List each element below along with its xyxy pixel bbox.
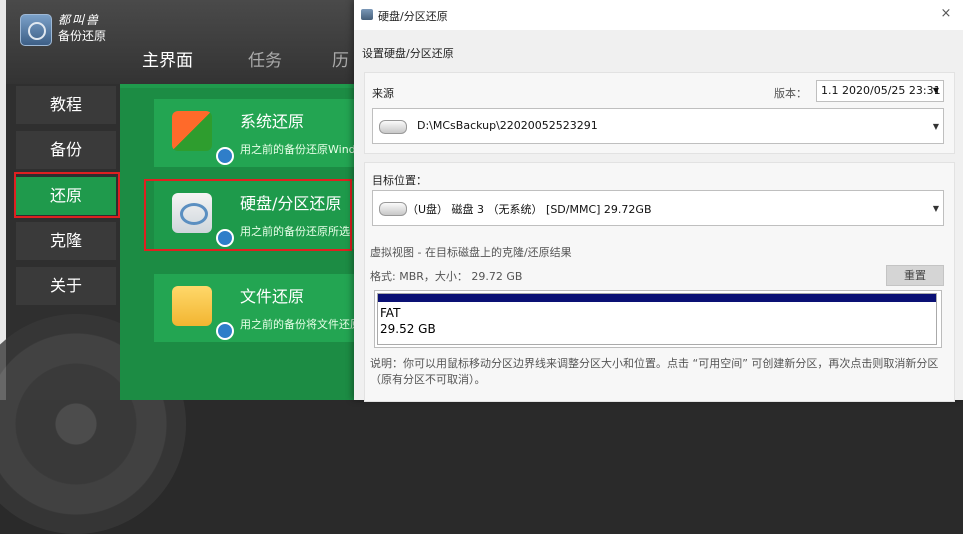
restore-highlight-box [14, 172, 120, 218]
card-desc: 用之前的备份将文件还原 [240, 318, 354, 331]
virtual-view-label: 虚拟视图 - 在目标磁盘上的克隆/还原结果 [370, 246, 572, 259]
source-label: 来源 [372, 87, 394, 100]
card-file-restore[interactable]: 文件还原 用之前的备份将文件还原 [154, 274, 354, 342]
close-icon[interactable]: × [937, 5, 955, 23]
folder-icon [172, 286, 234, 340]
brand-product: 备份还原 [58, 29, 107, 43]
target-disk-select[interactable]: （U盘） 磁盘 3 （无系统） [SD/MMC] 29.72GB ▼ [372, 190, 944, 226]
tab-history[interactable]: 历 [332, 46, 349, 76]
chevron-down-icon: ▼ [932, 122, 939, 131]
source-path: D:\MCsBackup\22020052523291 [417, 119, 598, 132]
app-logo-icon [20, 14, 52, 46]
format-info: 格式: MBR，大小： 29.72 GB [370, 270, 523, 283]
partition-filesystem: FAT [380, 306, 401, 320]
sidebar-item-clone[interactable]: 克隆 [16, 222, 116, 260]
sidebar: 教程 备份 还原 克隆 关于 [0, 84, 186, 534]
disk-restore-highlight-box [144, 179, 352, 251]
chevron-down-icon: ▼ [932, 86, 939, 95]
sidebar-item-tutorial[interactable]: 教程 [16, 86, 116, 124]
tab-main[interactable]: 主界面 [142, 46, 193, 76]
source-path-select[interactable]: D:\MCsBackup\22020052523291 ▼ [372, 108, 944, 144]
dialog-titlebar: 硬盘/分区还原 × [354, 0, 963, 30]
target-disk: （U盘） 磁盘 3 （无系统） [SD/MMC] 29.72GB [407, 203, 652, 216]
brand-name: 都叫兽 [58, 13, 101, 27]
app-header: 都叫兽 备份还原 主界面 任务 历 [6, 0, 354, 84]
clock-icon [216, 147, 234, 165]
app-brand: 都叫兽 备份还原 [58, 12, 106, 44]
dialog-app-icon [361, 9, 373, 20]
sidebar-item-backup[interactable]: 备份 [16, 131, 116, 169]
card-desc: 用之前的备份还原Windo [240, 143, 354, 156]
card-title: 系统还原 [240, 112, 305, 131]
card-title: 文件还原 [240, 287, 305, 306]
drive-icon [379, 202, 407, 216]
version-label: 版本： [774, 87, 807, 100]
help-note: 说明：你可以用鼠标移动分区边界线来调整分区大小和位置。点击 “可用空间” 可创建… [370, 357, 939, 386]
windows-icon [172, 111, 234, 165]
dialog-title: 硬盘/分区还原 [378, 10, 448, 23]
version-select[interactable]: 1.1 2020/05/25 23:31 ▼ [816, 80, 944, 102]
dialog-heading: 设置硬盘/分区还原 [362, 47, 454, 60]
target-label: 目标位置： [372, 174, 427, 187]
partition-usage-bar [378, 294, 936, 302]
sidebar-item-about[interactable]: 关于 [16, 267, 116, 305]
tab-tasks[interactable]: 任务 [248, 46, 282, 76]
partition-size: 29.52 GB [380, 322, 436, 336]
disk-restore-dialog: 硬盘/分区还原 × 设置硬盘/分区还原 来源 版本： 1.1 2020/05/2… [354, 0, 963, 402]
clock-icon [216, 322, 234, 340]
chevron-down-icon: ▼ [932, 204, 939, 213]
version-value: 1.1 2020/05/25 23:31 [821, 84, 941, 97]
partition-block[interactable]: FAT 29.52 GB [377, 293, 937, 345]
drive-icon [379, 120, 407, 134]
reset-button[interactable]: 重置 [886, 265, 944, 286]
virtual-disk-view: FAT 29.52 GB [374, 290, 942, 348]
card-system-restore[interactable]: 系统还原 用之前的备份还原Windo [154, 99, 354, 167]
